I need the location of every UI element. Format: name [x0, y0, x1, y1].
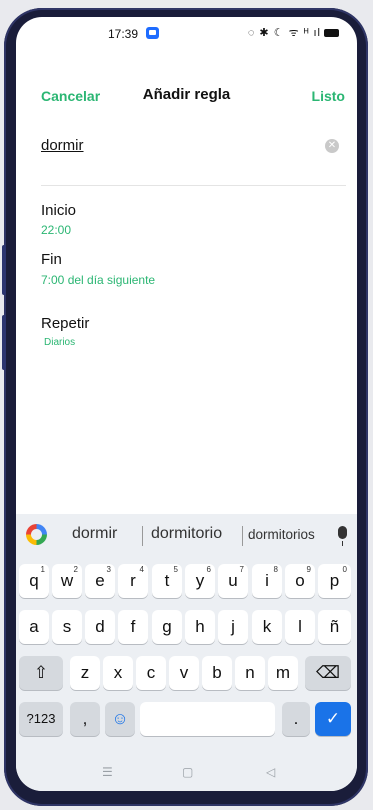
back-icon[interactable]: ◁ — [266, 765, 275, 779]
key-label: q — [29, 571, 39, 590]
key-number: 4 — [139, 565, 144, 574]
key-number: 0 — [342, 565, 347, 574]
keyboard: dormir dormitorio dormitorios q1 w2 e3 r… — [16, 514, 357, 791]
key-number: 6 — [206, 565, 211, 574]
clear-icon[interactable]: ✕ — [325, 139, 339, 153]
key-f[interactable]: f — [118, 610, 148, 644]
top-bar: Añadir regla Cancelar Listo — [16, 86, 357, 110]
key-number: 8 — [273, 565, 278, 574]
key-enye[interactable]: ñ — [318, 610, 351, 644]
key-o[interactable]: o9 — [285, 564, 315, 598]
menu-icon[interactable]: ☰ — [102, 765, 113, 779]
divider — [41, 185, 346, 186]
key-label: w — [60, 571, 74, 590]
suggestion-2[interactable]: dormitorio — [151, 525, 222, 543]
screen: 17:39 ◌ ✱ ☾ ᯤ ᴴ ıl Añadir regla Cancelar… — [16, 17, 357, 791]
key-k[interactable]: k — [252, 610, 282, 644]
cancel-button[interactable]: Cancelar — [41, 88, 100, 104]
power-button — [2, 315, 6, 370]
status-bar: 17:39 ◌ ✱ ☾ ᯤ ᴴ ıl — [16, 17, 357, 53]
key-number: 3 — [106, 565, 111, 574]
home-icon[interactable]: ▢ — [182, 765, 193, 779]
key-label: u — [228, 571, 238, 590]
key-r[interactable]: r4 — [118, 564, 148, 598]
space-key[interactable] — [140, 702, 275, 736]
battery-icon — [324, 29, 339, 38]
key-label: t — [164, 571, 170, 590]
shift-key[interactable]: ⇧ — [19, 656, 63, 690]
key-label: o — [295, 571, 305, 590]
key-label: i — [265, 571, 269, 590]
end-label: Fin — [41, 251, 62, 268]
rule-name-input[interactable]: dormir — [41, 137, 84, 154]
emoji-key[interactable]: ☺ — [105, 702, 135, 736]
key-label: p — [329, 571, 340, 590]
symbols-key[interactable]: ?123 — [19, 702, 63, 736]
period-key[interactable]: . — [282, 702, 310, 736]
key-t[interactable]: t5 — [152, 564, 182, 598]
key-d[interactable]: d — [85, 610, 115, 644]
shift-icon: ⇧ — [33, 663, 49, 682]
volume-button — [2, 245, 6, 295]
key-number: 7 — [239, 565, 244, 574]
key-label: y — [195, 571, 205, 590]
status-time: 17:39 — [108, 27, 139, 41]
system-status-icons: ◌ ✱ ☾ ᯤ ᴴ ıl — [247, 27, 321, 39]
key-i[interactable]: i8 — [252, 564, 282, 598]
backspace-key[interactable]: ⌫ — [305, 656, 351, 690]
repeat-label: Repetir — [41, 315, 90, 332]
start-value: 22:00 — [41, 223, 72, 237]
key-number: 5 — [173, 565, 178, 574]
key-v[interactable]: v — [169, 656, 199, 690]
key-j[interactable]: j — [218, 610, 248, 644]
key-q[interactable]: q1 — [19, 564, 49, 598]
status-icons: ◌ ✱ ☾ ᯤ ᴴ ıl — [248, 25, 339, 40]
microphone-icon[interactable] — [338, 526, 347, 546]
key-u[interactable]: u7 — [218, 564, 248, 598]
end-value: 7:00 del día siguiente — [41, 273, 156, 287]
suggestion-separator — [242, 526, 243, 546]
check-icon: ✓ — [325, 709, 341, 728]
key-number: 9 — [306, 565, 311, 574]
key-label: r — [130, 571, 136, 590]
key-z[interactable]: z — [70, 656, 100, 690]
key-c[interactable]: c — [136, 656, 166, 690]
key-label: e — [95, 571, 105, 590]
key-l[interactable]: l — [285, 610, 315, 644]
suggestion-separator — [142, 526, 143, 546]
comma-key[interactable]: , — [70, 702, 100, 736]
backspace-icon: ⌫ — [315, 663, 341, 682]
key-x[interactable]: x — [103, 656, 133, 690]
emoji-icon: ☺ — [111, 709, 129, 728]
key-h[interactable]: h — [185, 610, 215, 644]
done-button[interactable]: Listo — [312, 88, 345, 104]
key-y[interactable]: y6 — [185, 564, 215, 598]
key-b[interactable]: b — [202, 656, 232, 690]
key-a[interactable]: a — [19, 610, 49, 644]
enter-key[interactable]: ✓ — [315, 702, 351, 736]
notification-icon — [146, 27, 159, 39]
navigation-bar: ☰ ▢ ◁ — [16, 755, 357, 791]
key-number: 1 — [40, 565, 45, 574]
suggestion-1[interactable]: dormir — [72, 525, 117, 543]
suggestion-3[interactable]: dormitorios — [248, 527, 315, 542]
suggestion-bar: dormir dormitorio dormitorios — [16, 514, 357, 558]
key-m[interactable]: m — [268, 656, 298, 690]
start-label: Inicio — [41, 202, 77, 219]
key-s[interactable]: s — [52, 610, 82, 644]
repeat-value: Diarios — [44, 337, 76, 348]
key-n[interactable]: n — [235, 656, 265, 690]
key-g[interactable]: g — [152, 610, 182, 644]
key-w[interactable]: w2 — [52, 564, 82, 598]
key-p[interactable]: p0 — [318, 564, 351, 598]
google-icon[interactable] — [26, 524, 47, 545]
key-number: 2 — [73, 565, 78, 574]
key-e[interactable]: e3 — [85, 564, 115, 598]
